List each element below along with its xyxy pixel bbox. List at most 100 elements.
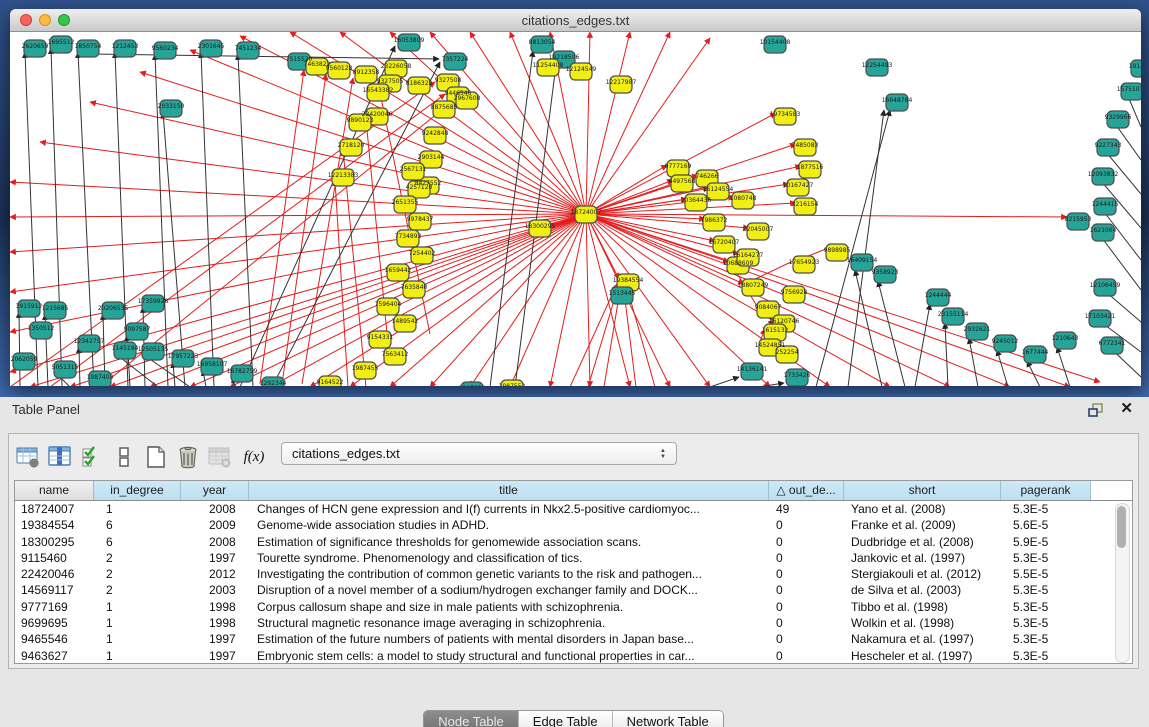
citation-edge-black[interactable] [90, 54, 439, 59]
table-cell[interactable]: Genome-wide association studies in ADHD. [249, 517, 769, 533]
table-cell[interactable]: 2 [94, 566, 181, 582]
table-cell[interactable]: Franke et al. (2009) [844, 517, 1001, 533]
table-cell[interactable]: 9777169 [15, 599, 94, 615]
citation-edge-black[interactable] [1057, 347, 1070, 386]
network-graph[interactable]: 2620659169551218507541212453956023423016… [10, 32, 1141, 386]
table-cell[interactable]: 5.3E-5 [1001, 550, 1091, 566]
delete-trash-icon[interactable] [173, 442, 203, 472]
table-row[interactable]: 2242004622012Investigating the contribut… [15, 566, 1132, 582]
table-cell[interactable]: 1997 [181, 648, 249, 664]
column-header-out_de[interactable]: △ out_de... [769, 481, 844, 500]
table-row[interactable]: 969969511998Structural magnetic resonanc… [15, 615, 1132, 631]
table-cell[interactable]: Nakamura et al. (1997) [844, 631, 1001, 647]
minimize-window-icon[interactable] [39, 14, 51, 26]
citation-edge-black[interactable] [490, 51, 533, 386]
table-cell[interactable]: 18300295 [15, 534, 94, 550]
zoom-window-icon[interactable] [58, 14, 70, 26]
column-header-pagerank[interactable]: pagerank [1001, 481, 1091, 500]
table-cell[interactable]: Tourette syndrome. Phenomenology and cla… [249, 550, 769, 566]
vertical-scrollbar[interactable] [1115, 503, 1130, 663]
select-all-check-icon[interactable] [77, 442, 107, 472]
table-cell[interactable]: 19384554 [15, 517, 94, 533]
column-header-name[interactable]: name [15, 481, 94, 500]
table-cell[interactable]: de Silva et al. (2003) [844, 582, 1001, 598]
citation-edge-red[interactable] [335, 180, 348, 386]
column-header-year[interactable]: year [181, 481, 249, 500]
table-cell[interactable]: Disruption of a novel member of a sodium… [249, 582, 769, 598]
table-cell[interactable]: 9115460 [15, 550, 94, 566]
table-cell[interactable]: 0 [769, 566, 844, 582]
tab-node-table[interactable]: Node Table [424, 711, 518, 727]
table-cell[interactable]: 0 [769, 631, 844, 647]
table-cell[interactable]: 1997 [181, 631, 249, 647]
citation-edge-black[interactable] [238, 54, 253, 386]
table-cell[interactable]: Estimation of significance thresholds fo… [249, 534, 769, 550]
citation-edge-red[interactable] [586, 214, 1070, 386]
table-cell[interactable]: Estimation of the future numbers of pati… [249, 631, 769, 647]
table-cell[interactable]: Wolkin et al. (1998) [844, 615, 1001, 631]
table-row[interactable]: 1830029562008Estimation of significance … [15, 534, 1132, 550]
citation-edge-black[interactable] [758, 383, 784, 386]
table-cell[interactable]: 2009 [181, 517, 249, 533]
table-cell[interactable]: 5.3E-5 [1001, 599, 1091, 615]
table-cell[interactable]: 2012 [181, 566, 249, 582]
table-cell[interactable]: Structural magnetic resonance image aver… [249, 615, 769, 631]
table-cell[interactable]: 2008 [181, 534, 249, 550]
table-row[interactable]: 1938455462009Genome-wide association stu… [15, 517, 1132, 533]
close-window-icon[interactable] [20, 14, 32, 26]
table-selector-dropdown[interactable]: citations_edges.txt ▲▼ [281, 442, 677, 465]
table-cell[interactable]: 0 [769, 534, 844, 550]
table-cell[interactable]: Tibbo et al. (1998) [844, 599, 1001, 615]
table-cell[interactable]: 1 [94, 615, 181, 631]
citation-edge-red[interactable] [570, 284, 617, 386]
table-cell[interactable]: 2 [94, 550, 181, 566]
citation-edge-black[interactable] [1027, 361, 1040, 386]
citation-edge-black[interactable] [855, 270, 882, 386]
column-header-title[interactable]: title [249, 481, 769, 500]
column-header-in_degree[interactable]: in_degree [94, 481, 181, 500]
show-column-icon[interactable] [45, 442, 75, 472]
float-panel-icon[interactable] [1087, 402, 1105, 418]
citation-edge-black[interactable] [997, 350, 1008, 386]
tab-edge-table[interactable]: Edge Table [518, 711, 612, 727]
citation-edge-red[interactable] [586, 32, 590, 214]
table-cell[interactable]: 1 [94, 501, 181, 517]
table-cell[interactable]: 2 [94, 582, 181, 598]
table-cell[interactable]: 6 [94, 517, 181, 533]
table-cell[interactable]: 5.9E-5 [1001, 534, 1091, 550]
table-cell[interactable]: 0 [769, 582, 844, 598]
rows-icon[interactable] [109, 442, 139, 472]
network-canvas[interactable]: 2620659169551218507541212453956023423016… [10, 32, 1141, 386]
new-document-icon[interactable] [141, 442, 171, 472]
table-cell[interactable]: Yano et al. (2008) [844, 501, 1001, 517]
table-cell[interactable]: 9699695 [15, 615, 94, 631]
table-cell[interactable]: 0 [769, 517, 844, 533]
table-cell[interactable]: Investigating the contribution of common… [249, 566, 769, 582]
citation-edge-red[interactable] [586, 214, 1100, 382]
citation-edge-red[interactable] [30, 214, 586, 386]
table-cell[interactable]: 22420046 [15, 566, 94, 582]
table-cell[interactable]: 1 [94, 631, 181, 647]
column-header-short[interactable]: short [844, 481, 1001, 500]
close-panel-icon[interactable]: ✕ [1120, 399, 1133, 417]
citation-edge-black[interactable] [969, 338, 978, 386]
table-cell[interactable]: 9465546 [15, 631, 94, 647]
table-cell[interactable]: Dudbridge et al. (2008) [844, 534, 1001, 550]
table-settings-icon[interactable] [13, 442, 43, 472]
citation-edge-black[interactable] [878, 281, 905, 386]
table-row[interactable]: 1456911722003Disruption of a novel membe… [15, 582, 1132, 598]
citation-edge-black[interactable] [201, 52, 214, 386]
table-cell[interactable]: Changes of HCN gene expression and I(f) … [249, 501, 769, 517]
citation-edge-red[interactable] [10, 214, 586, 252]
window-titlebar[interactable]: citations_edges.txt [10, 9, 1141, 32]
table-row[interactable]: 1872400712008Changes of HCN gene express… [15, 501, 1132, 517]
table-cell[interactable]: Hescheler et al. (1997) [844, 648, 1001, 664]
table-cell[interactable]: 5.3E-5 [1001, 501, 1091, 517]
table-cell[interactable]: 14569117 [15, 582, 94, 598]
table-row[interactable]: 911546021997Tourette syndrome. Phenomeno… [15, 550, 1132, 566]
table-cell[interactable]: 5.6E-5 [1001, 517, 1091, 533]
table-cell[interactable]: 1997 [181, 550, 249, 566]
citation-edge-red[interactable] [550, 214, 586, 386]
table-cell[interactable]: 6 [94, 534, 181, 550]
table-row[interactable]: 946554611997Estimation of the future num… [15, 631, 1132, 647]
